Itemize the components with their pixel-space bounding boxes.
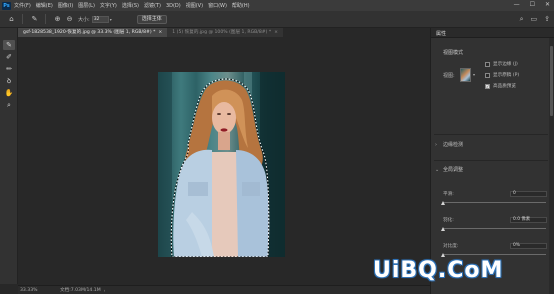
menu-filter[interactable]: 滤镜(T) <box>144 2 161 9</box>
feather-input[interactable]: 0.0 像素 <box>510 217 547 223</box>
tab-label: gsf-1828538_1920-恢复的.jpg @ 33.3% (图层 1, … <box>23 30 156 35</box>
subtract-from-selection-icon[interactable]: ⊖ <box>65 15 74 23</box>
panel-title: 属性 <box>436 31 447 37</box>
menu-bar: Ps 文件(F) 编辑(E) 图像(I) 图层(L) 文字(Y) 选择(S) 滤… <box>0 0 554 11</box>
menu-view[interactable]: 视图(V) <box>186 2 203 9</box>
zoom-tool-icon[interactable]: ⌕ <box>3 100 15 110</box>
menu-edit[interactable]: 编辑(E) <box>36 2 53 9</box>
menu-3d[interactable]: 3D(D) <box>166 3 181 9</box>
contrast-slider-knob[interactable] <box>440 253 445 257</box>
zoom-level[interactable]: 33.33% <box>20 288 60 293</box>
chevron-down-icon[interactable]: ▾ <box>473 72 475 77</box>
search-icon[interactable]: ⌕ <box>520 15 524 24</box>
divider <box>45 14 46 24</box>
size-label: 大小: <box>78 16 90 23</box>
quick-selection-tool-icon[interactable]: ✎ <box>3 40 15 50</box>
chevron-right-icon: › <box>435 141 437 148</box>
add-to-selection-icon[interactable]: ⊕ <box>53 15 62 23</box>
contrast-slider-track[interactable] <box>443 254 546 255</box>
divider <box>434 160 548 161</box>
document-size: 文档:7.03M/14.1M <box>60 288 101 293</box>
maximize-button[interactable]: ☐ <box>530 1 535 8</box>
size-input[interactable]: 32 <box>91 15 109 23</box>
share-icon[interactable]: ⇪ <box>544 15 550 24</box>
select-subject-button[interactable]: 选择主体 <box>136 14 167 24</box>
brush-preset-icon[interactable]: ✎ <box>30 15 39 23</box>
minimize-button[interactable]: — <box>514 1 520 8</box>
workspace-icon[interactable]: ▭ <box>531 15 538 24</box>
contrast-label: 对比度: <box>443 244 459 249</box>
menu-type[interactable]: 文字(Y) <box>100 2 117 9</box>
photoshop-logo: Ps <box>2 1 11 10</box>
hand-tool-icon[interactable]: ✋ <box>3 88 15 98</box>
smooth-slider-knob[interactable] <box>440 201 445 205</box>
status-bar: 33.33% 文档:7.03M/14.1M › <box>18 285 430 294</box>
tools-panel: ✎ ✐ ✏ ꝺ ✋ ⌕ <box>0 28 18 284</box>
show-original-option[interactable]: 显示原稿 (P) <box>485 72 519 78</box>
portrait-photo <box>158 72 285 257</box>
view-mode-thumbnail[interactable] <box>460 68 471 82</box>
edge-detection-section[interactable]: › 边缘检测 <box>435 141 464 149</box>
show-edge-label: 显示边缘 (J) <box>493 62 518 67</box>
panel-scrollbar[interactable] <box>549 38 554 294</box>
tab-document-1[interactable]: gsf-1828538_1920-恢复的.jpg @ 33.3% (图层 1, … <box>18 28 168 37</box>
chevron-right-icon[interactable]: › <box>104 288 106 293</box>
document-image[interactable] <box>158 72 285 257</box>
canvas-area[interactable] <box>18 37 430 285</box>
high-quality-preview-checkbox[interactable]: ✓ <box>485 83 490 89</box>
high-quality-preview-option[interactable]: ✓ 高品质预览 <box>485 83 516 89</box>
feather-slider-knob[interactable] <box>440 227 445 231</box>
brush-tool-icon[interactable]: ✏ <box>3 64 15 74</box>
close-icon[interactable]: × <box>158 30 162 35</box>
tab-label: 1 (5) 恢复的.jpg @ 100% (图层 1, RGB/8#) * <box>172 30 272 35</box>
global-refine-section[interactable]: ⌄ 全局调整 <box>435 166 464 174</box>
show-edge-checkbox[interactable] <box>485 61 490 67</box>
view-mode-title: 视图模式 <box>443 50 464 56</box>
view-label: 视图: <box>443 73 455 79</box>
window-controls: — ☐ ✕ <box>514 1 550 8</box>
menu-image[interactable]: 图像(I) <box>58 2 73 9</box>
divider <box>434 134 548 135</box>
show-edge-option[interactable]: 显示边缘 (J) <box>485 61 518 67</box>
menu-help[interactable]: 帮助(H) <box>232 2 250 9</box>
smooth-slider-track[interactable] <box>443 202 546 203</box>
divider <box>22 14 23 24</box>
menu-select[interactable]: 选择(S) <box>122 2 139 9</box>
global-refine-label: 全局调整 <box>443 167 464 173</box>
menu-layer[interactable]: 图层(L) <box>78 2 95 9</box>
edge-detection-label: 边缘检测 <box>443 142 464 148</box>
scrollbar-thumb[interactable] <box>550 46 553 116</box>
menu-window[interactable]: 窗口(W) <box>208 2 227 9</box>
smooth-label: 平滑: <box>443 192 454 197</box>
tab-document-2[interactable]: 1 (5) 恢复的.jpg @ 100% (图层 1, RGB/8#) * × <box>167 28 284 37</box>
show-original-label: 显示原稿 (P) <box>493 73 520 78</box>
lasso-tool-icon[interactable]: ꝺ <box>3 76 15 86</box>
smooth-input[interactable]: 0 <box>510 191 547 197</box>
feather-slider-track[interactable] <box>443 228 546 229</box>
chevron-down-icon[interactable]: ▾ <box>110 17 112 22</box>
panel-tab-properties[interactable]: 属性 <box>431 28 554 38</box>
home-icon[interactable]: ⌂ <box>7 15 16 23</box>
options-right-icons: ⌕ ▭ ⇪ <box>520 15 550 24</box>
properties-panel: 属性 视图模式 视图: ▾ 显示边缘 (J) 显示原稿 (P) ✓ 高品质预览 … <box>430 28 554 294</box>
chevron-down-icon: ⌄ <box>435 166 440 173</box>
options-bar: ⌂ ✎ ⊕ ⊖ 大小: 32 ▾ 选择主体 ⌕ ▭ ⇪ <box>0 11 554 28</box>
watermark-text: UiBQ.CoM <box>373 258 504 283</box>
refine-edge-brush-tool-icon[interactable]: ✐ <box>3 52 15 62</box>
close-icon[interactable]: × <box>274 30 278 35</box>
high-quality-preview-label: 高品质预览 <box>493 84 516 89</box>
close-window-button[interactable]: ✕ <box>545 1 550 8</box>
document-tabs: gsf-1828538_1920-恢复的.jpg @ 33.3% (图层 1, … <box>18 28 430 37</box>
menu-file[interactable]: 文件(F) <box>14 2 31 9</box>
feather-label: 羽化: <box>443 218 454 223</box>
contrast-input[interactable]: 0% <box>510 243 547 249</box>
show-original-checkbox[interactable] <box>485 72 490 78</box>
